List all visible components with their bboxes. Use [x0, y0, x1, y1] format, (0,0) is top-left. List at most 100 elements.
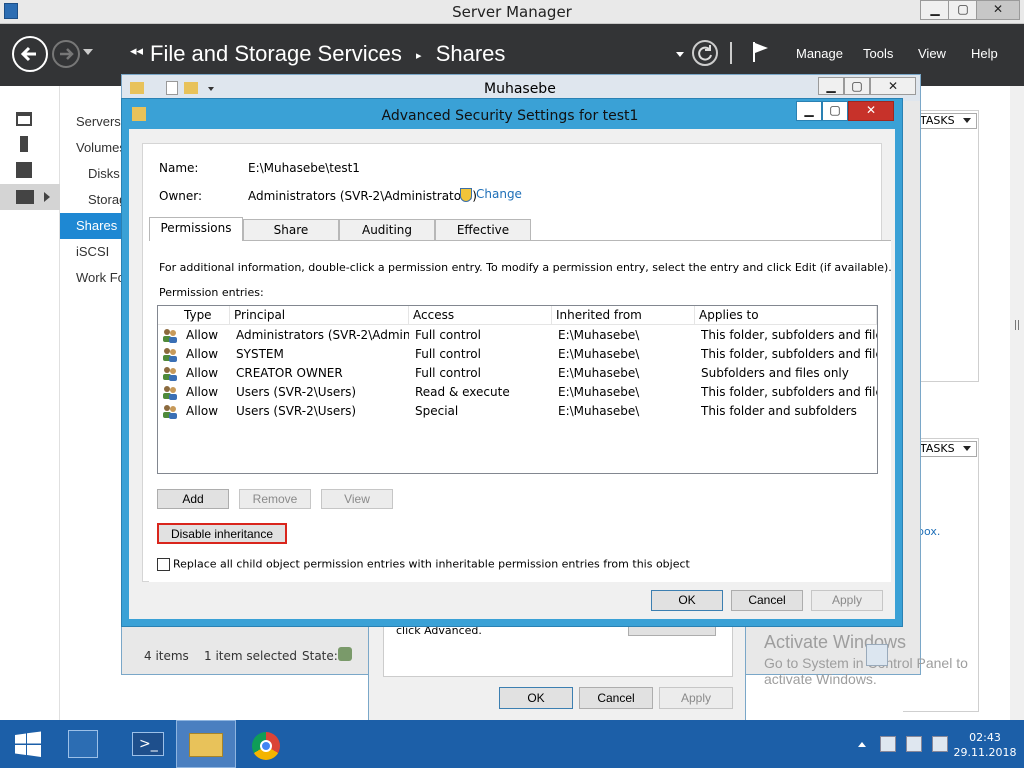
permission-entries-grid[interactable]: Type Principal Access Inherited from App…: [157, 305, 878, 474]
muhasebe-close[interactable]: ✕: [870, 77, 916, 95]
col-access[interactable]: Access: [409, 306, 552, 324]
back-arrow-icon: [20, 46, 36, 62]
qat-dropdown-icon[interactable]: [208, 87, 214, 91]
breadcrumb-file-storage[interactable]: File and Storage Services: [150, 41, 402, 66]
taskbar-chrome[interactable]: [240, 720, 296, 768]
table-cell: Allow: [186, 385, 219, 399]
table-cell: This folder, subfolders and files: [701, 328, 877, 342]
col-type[interactable]: Type: [180, 306, 230, 324]
local-server-icon[interactable]: [20, 136, 28, 152]
notifications-flag-icon[interactable]: [752, 40, 770, 64]
small-window-icon[interactable]: [866, 644, 888, 666]
clock-time: 02:43: [969, 731, 1001, 744]
tasks-dropdown-2[interactable]: TASKS: [913, 441, 977, 457]
clock[interactable]: 02:43 29.11.2018: [952, 730, 1018, 760]
nav-divider: [730, 42, 732, 64]
replace-entries-option[interactable]: Replace all child object permission entr…: [157, 557, 690, 571]
adv-minimize[interactable]: ▁: [796, 101, 822, 121]
table-row[interactable]: Allow Users (SVR-2\Users) Read & execute E:…: [160, 383, 877, 402]
users-icon: [162, 328, 178, 343]
close-button[interactable]: ✕: [976, 0, 1020, 20]
disable-inheritance-button[interactable]: Disable inheritance: [157, 523, 287, 544]
table-cell: E:\Muhasebe\: [558, 328, 640, 342]
view-button: View: [321, 489, 393, 509]
menu-view[interactable]: View: [918, 46, 946, 61]
adv-white-area: Name: E:\Muhasebe\test1 Owner: Administr…: [142, 143, 892, 582]
tab-auditing[interactable]: Auditing: [339, 219, 435, 241]
nav-iscsi[interactable]: iSCSI: [76, 244, 109, 259]
main-scrollbar[interactable]: [1010, 86, 1024, 720]
replace-checkbox[interactable]: [157, 557, 170, 571]
muhasebe-minimize[interactable]: ▁: [818, 77, 844, 95]
col-applies[interactable]: Applies to: [695, 306, 877, 324]
tasks-dropdown[interactable]: TASKS: [913, 113, 977, 129]
network-icon[interactable]: [880, 736, 896, 752]
table-cell: Allow: [186, 404, 219, 418]
adv-maximize[interactable]: ▢: [822, 101, 848, 121]
windows-logo-icon: [15, 731, 41, 757]
adv-content: Name: E:\Muhasebe\test1 Owner: Administr…: [129, 129, 895, 619]
file-storage-nav[interactable]: [0, 184, 60, 210]
muhasebe-title: Muhasebe: [484, 81, 556, 97]
window-title: Server Manager: [452, 3, 572, 21]
history-dropdown-icon[interactable]: [83, 49, 93, 55]
watermark-line3: activate Windows.: [764, 671, 877, 687]
remove-button: Remove: [239, 489, 311, 509]
owner-value: Administrators (SVR-2\Administrators): [248, 189, 477, 203]
refresh-dropdown-icon[interactable]: [676, 52, 684, 57]
change-owner-link[interactable]: Change: [460, 187, 522, 202]
table-cell: SYSTEM: [236, 347, 284, 361]
permissions-tab-panel: For additional information, double-click…: [149, 240, 892, 582]
cancel-button[interactable]: Cancel: [731, 590, 803, 611]
maximize-button[interactable]: ▢: [948, 0, 978, 20]
status-selected: 1 item selected: [204, 649, 298, 663]
taskbar-file-explorer[interactable]: [176, 720, 236, 768]
table-cell: This folder, subfolders and files: [701, 347, 877, 361]
nav-servers[interactable]: Servers: [76, 114, 121, 129]
minimize-button[interactable]: ▁: [920, 0, 950, 20]
muhasebe-maximize[interactable]: ▢: [844, 77, 870, 95]
users-icon: [162, 366, 178, 381]
start-button[interactable]: [0, 720, 56, 768]
forward-button[interactable]: [52, 40, 80, 68]
forward-arrow-icon: [60, 48, 74, 60]
taskbar-powershell[interactable]: >_: [120, 720, 176, 768]
table-row[interactable]: Allow CREATOR OWNER Full control E:\Muhaseb…: [160, 364, 876, 383]
all-servers-icon[interactable]: [16, 162, 32, 178]
title-bar: Server Manager ▁ ▢ ✕: [0, 0, 1024, 24]
nav-shares[interactable]: Shares: [60, 213, 122, 239]
nav-volumes[interactable]: Volumes: [76, 140, 126, 155]
adv-close[interactable]: ✕: [848, 101, 894, 121]
col-principal[interactable]: Principal: [230, 306, 409, 324]
tab-permissions[interactable]: Permissions: [149, 217, 243, 241]
properties-cancel-button[interactable]: Cancel: [579, 687, 653, 709]
ok-button[interactable]: OK: [651, 590, 723, 611]
table-cell: E:\Muhasebe\: [558, 347, 640, 361]
menu-tools[interactable]: Tools: [863, 46, 893, 61]
volume-icon[interactable]: [932, 736, 948, 752]
tab-share[interactable]: Share: [243, 219, 339, 241]
taskbar-server-manager[interactable]: [56, 720, 112, 768]
chrome-icon: [252, 732, 280, 760]
nav-disks[interactable]: Disks: [88, 166, 120, 181]
refresh-button[interactable]: [692, 40, 718, 66]
add-button[interactable]: Add: [157, 489, 229, 509]
table-cell: E:\Muhasebe\: [558, 385, 640, 399]
back-button[interactable]: [12, 36, 48, 72]
tray-chevron-icon[interactable]: [858, 742, 866, 747]
table-row[interactable]: Allow Administrators (SVR-2\Admin... Full …: [160, 326, 877, 345]
dashboard-icon[interactable]: [16, 112, 32, 126]
new-folder-icon: [184, 82, 198, 94]
table-cell: This folder and subfolders: [701, 404, 857, 418]
table-row[interactable]: Allow Users (SVR-2\Users) Special E:\Muhase…: [160, 402, 876, 421]
menu-manage[interactable]: Manage: [796, 46, 843, 61]
table-cell: Read & execute: [415, 385, 510, 399]
tab-effective-access[interactable]: Effective Access: [435, 219, 531, 257]
col-inherited[interactable]: Inherited from: [552, 306, 695, 324]
action-center-icon[interactable]: [906, 736, 922, 752]
properties-ok-button[interactable]: OK: [499, 687, 573, 709]
table-row[interactable]: Allow SYSTEM Full control E:\Muhasebe\ This …: [160, 345, 877, 364]
menu-help[interactable]: Help: [971, 46, 998, 61]
grid-header: Type Principal Access Inherited from App…: [158, 306, 877, 325]
breadcrumb-shares[interactable]: Shares: [436, 41, 506, 66]
